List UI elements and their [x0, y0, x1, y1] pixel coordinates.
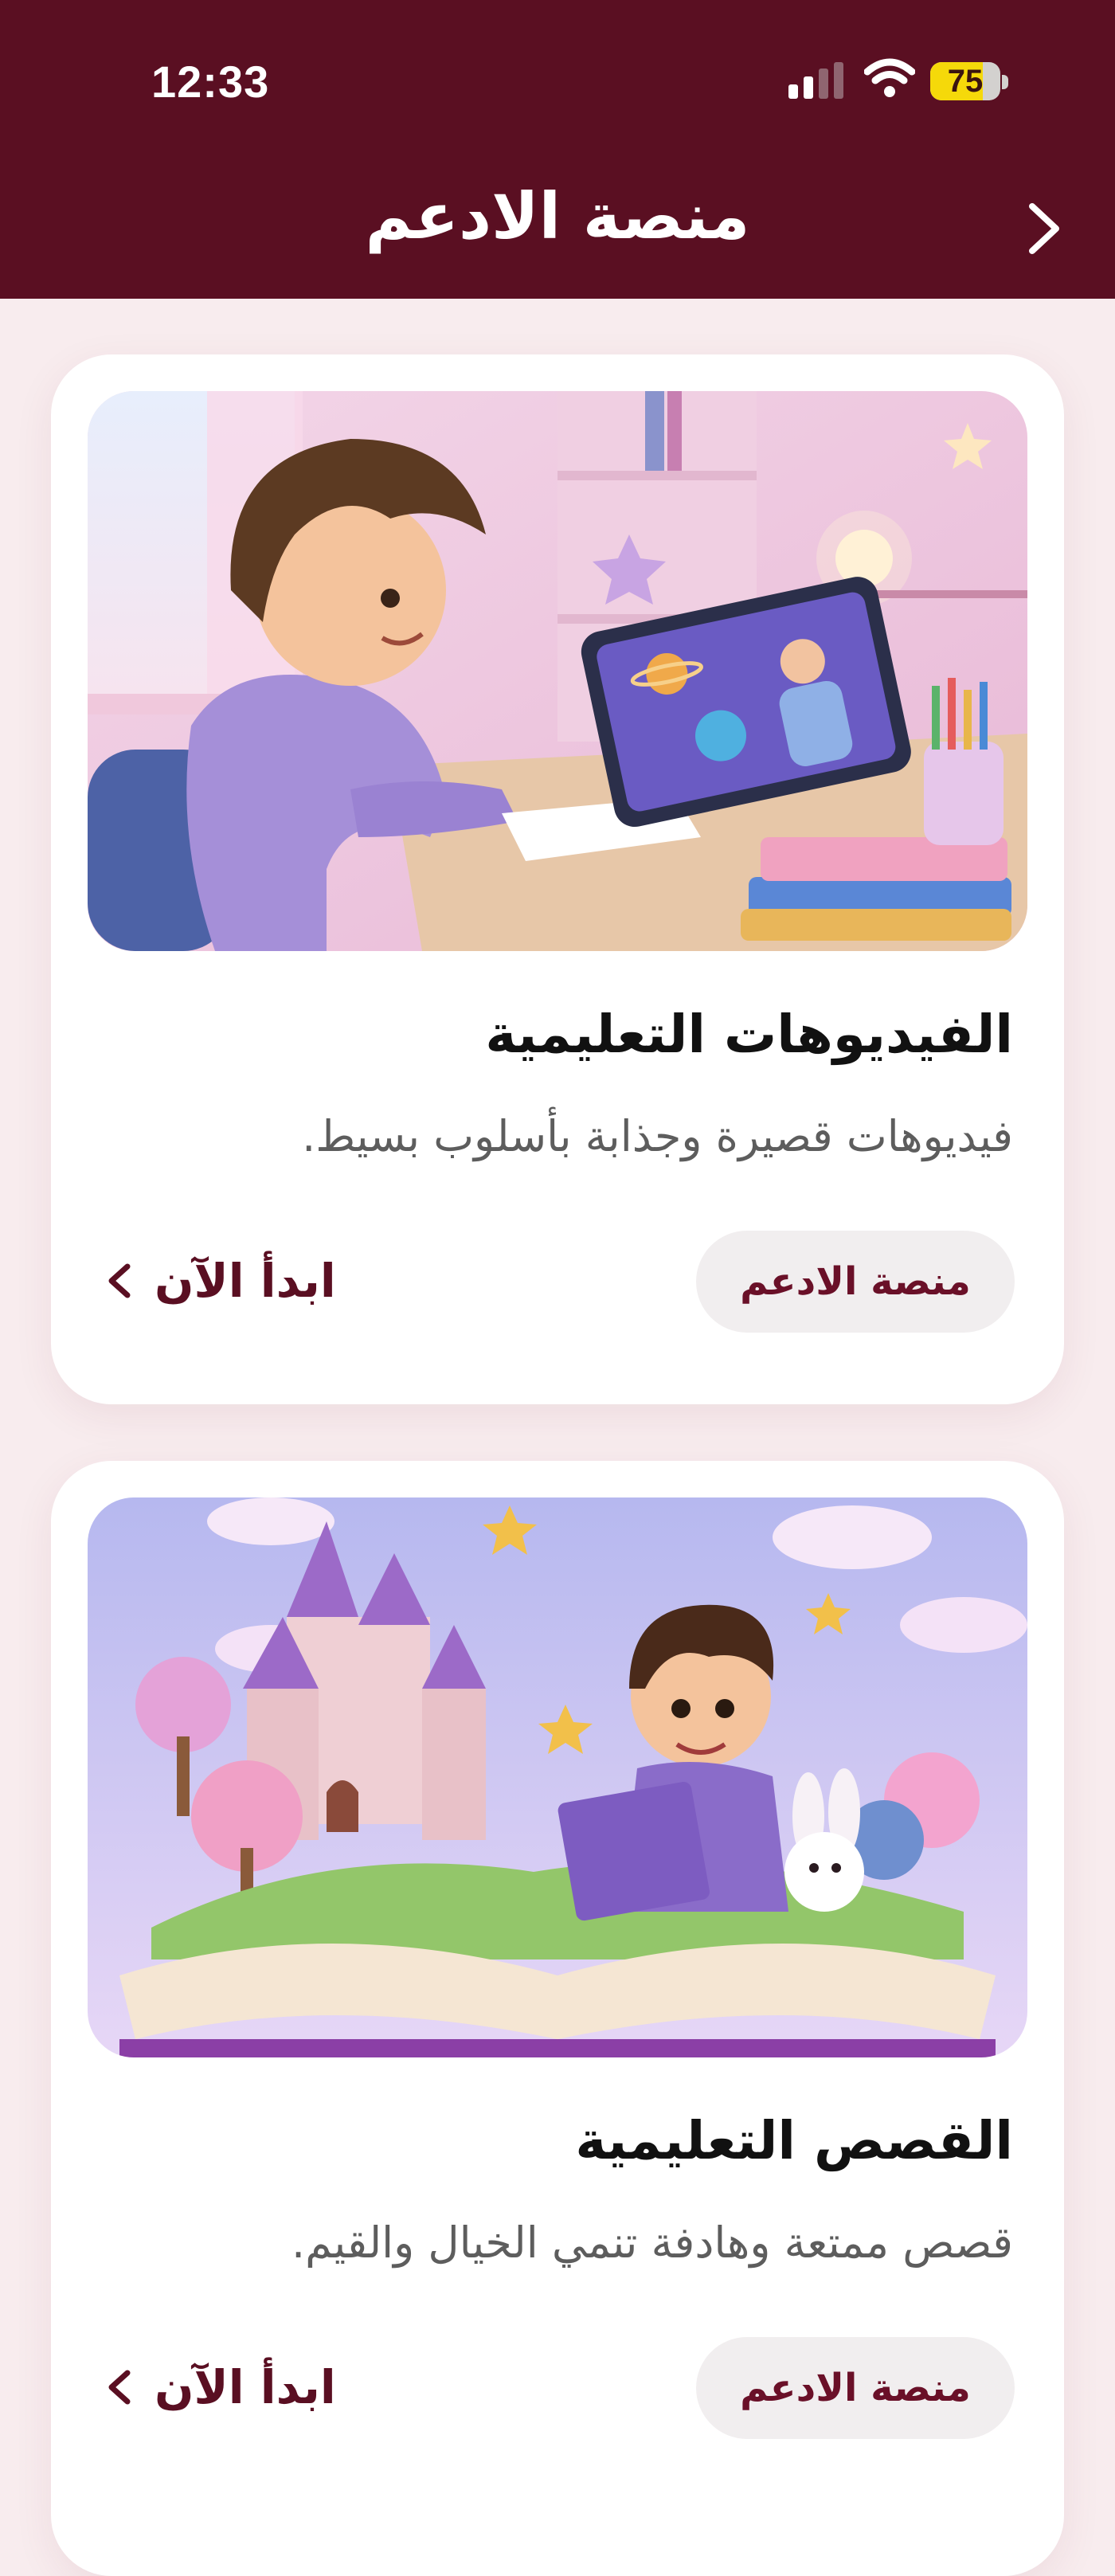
card-badge[interactable]: منصة الادعم	[696, 1231, 1015, 1333]
start-now-link[interactable]: ابدأ الآن	[104, 2343, 336, 2431]
card-description: فيديوهات قصيرة وجذابة بأسلوب بسيط.	[302, 1111, 1013, 1161]
card-educational-videos[interactable]: الفيديوهات التعليمية فيديوهات قصيرة وجذا…	[51, 354, 1064, 1404]
page-title: منصة الادعم	[365, 179, 750, 253]
card-image-videos	[88, 391, 1027, 951]
card-title: القصص التعليمية	[575, 2110, 1013, 2171]
card-image-stories	[88, 1497, 1027, 2057]
start-now-label: ابدأ الآن	[155, 1254, 336, 1308]
battery-indicator: 75	[930, 61, 1010, 102]
chevron-left-icon	[108, 1263, 131, 1298]
status-time: 12:33	[151, 57, 270, 107]
start-now-link[interactable]: ابدأ الآن	[104, 1237, 336, 1325]
card-title: الفيديوهات التعليمية	[485, 1004, 1013, 1065]
wifi-icon	[864, 58, 915, 97]
chevron-left-icon	[108, 2370, 131, 2405]
card-description: قصص ممتعة وهادفة تنمي الخيال والقيم.	[291, 2218, 1013, 2268]
start-now-label: ابدأ الآن	[155, 2360, 336, 2414]
battery-level: 75	[947, 64, 984, 99]
cellular-signal-icon	[788, 62, 843, 99]
card-educational-stories[interactable]: القصص التعليمية قصص ممتعة وهادفة تنمي ال…	[51, 1461, 1064, 2576]
chevron-right-icon[interactable]	[1010, 195, 1077, 262]
app-header: 12:33 75 منصة الادعم	[0, 0, 1115, 299]
